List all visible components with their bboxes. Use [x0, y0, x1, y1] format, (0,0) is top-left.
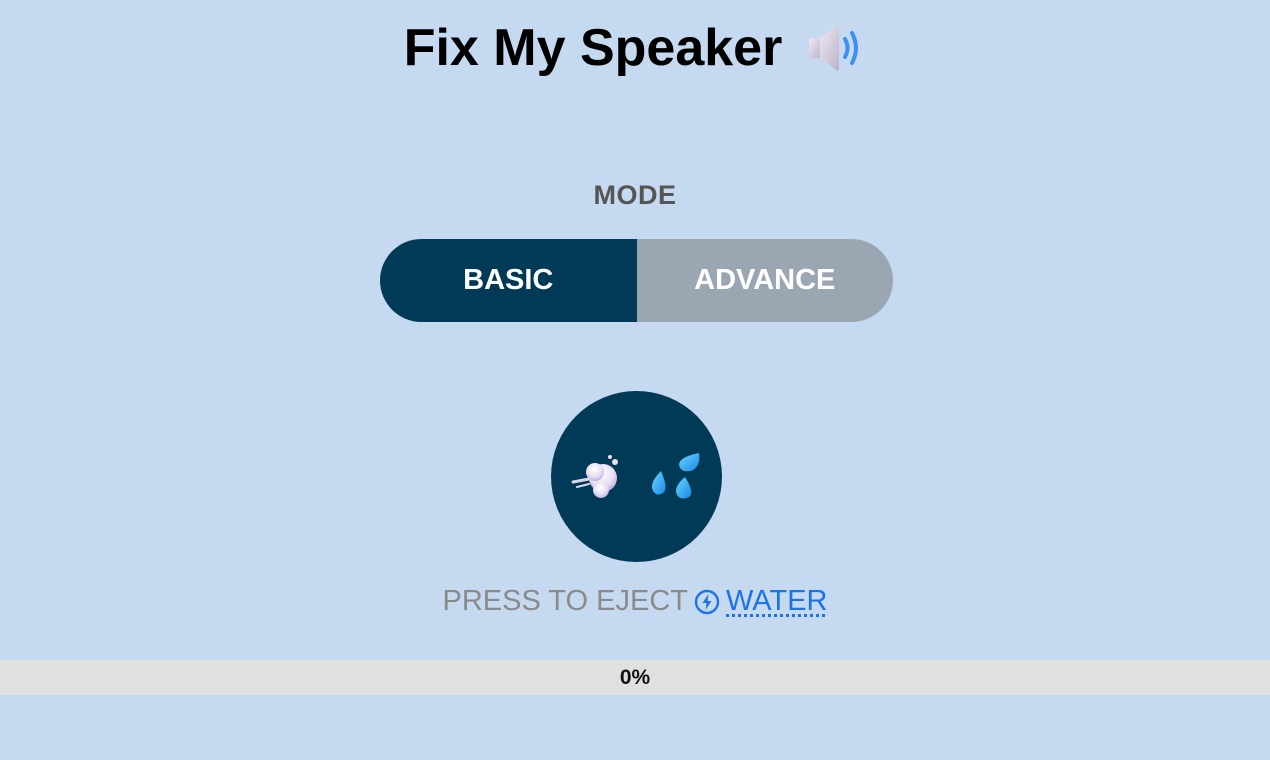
sweat-droplets-icon [651, 452, 699, 499]
mode-advance-button[interactable]: ADVANCE [636, 239, 893, 322]
eject-caption: PRESS TO EJECT WATER [0, 585, 1270, 618]
bolt-circle-icon [694, 589, 720, 614]
mode-toggle: BASIC ADVANCE [380, 239, 893, 322]
eject-caption-text: PRESS TO EJECT [442, 585, 689, 617]
page-title: Fix My Speaker [403, 19, 783, 77]
mode-basic-button[interactable]: BASIC [380, 239, 637, 322]
dashing-away-icon [571, 454, 618, 498]
progress-bar: 0% [0, 660, 1270, 695]
mode-label: MODE [593, 180, 677, 210]
progress-label: 0% [619, 666, 651, 689]
water-link[interactable]: WATER [726, 585, 828, 618]
header: Fix My Speaker [0, 16, 1270, 80]
eject-water-button[interactable] [551, 391, 722, 562]
speaker-high-volume-icon [809, 25, 859, 71]
